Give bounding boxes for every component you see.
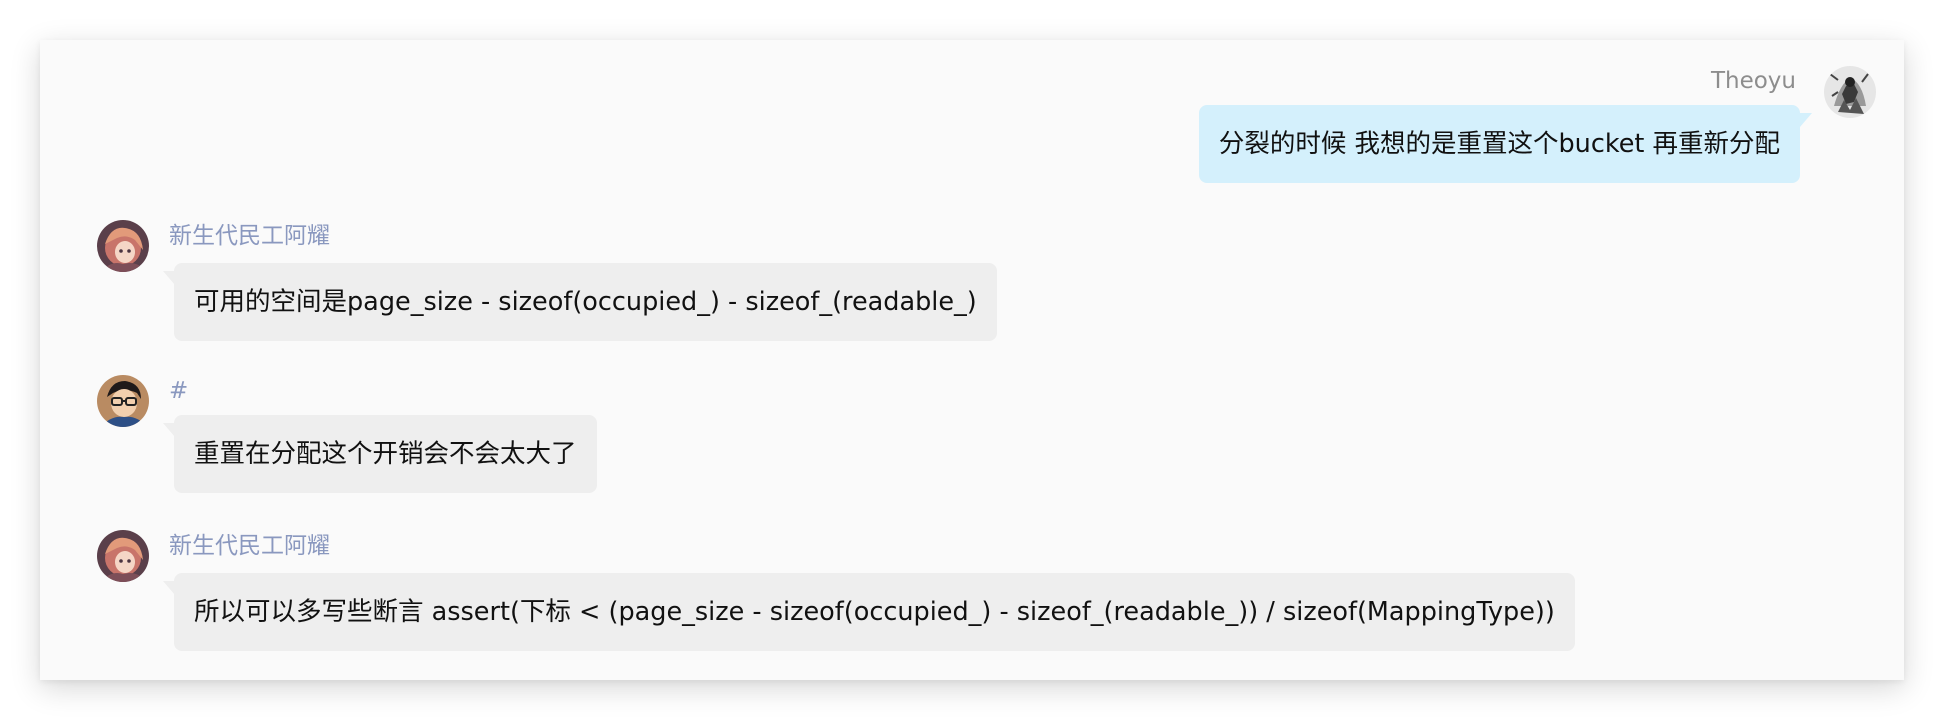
- user-avatar-anime-girl-icon[interactable]: [97, 530, 149, 582]
- bubble-tail: [163, 271, 175, 285]
- chat-transcript-panel: Theoyu 分裂的时候 我想的是重置这个bucket 再重新分配 新生代民工阿…: [40, 40, 1904, 680]
- message-bubble-incoming[interactable]: 重置在分配这个开销会不会太大了: [174, 415, 597, 493]
- sender-name: 新生代民工阿耀: [169, 223, 330, 249]
- message-bubble-incoming[interactable]: 可用的空间是page_size - sizeof(occupied_) - si…: [174, 263, 997, 341]
- message-bubble-incoming[interactable]: 所以可以多写些断言 assert(下标 < (page_size - sizeo…: [174, 573, 1575, 651]
- bubble-tail: [1800, 113, 1812, 127]
- user-avatar-glasses-boy-icon[interactable]: [97, 375, 149, 427]
- user-avatar-anime-girl-icon[interactable]: [97, 220, 149, 272]
- message-bubble-outgoing[interactable]: 分裂的时候 我想的是重置这个bucket 再重新分配: [1198, 105, 1800, 183]
- sender-name: 新生代民工阿耀: [169, 533, 330, 559]
- user-avatar-ink-sketch-icon[interactable]: [1824, 66, 1876, 118]
- bubble-tail: [163, 581, 175, 595]
- bubble-tail: [163, 423, 175, 437]
- sender-name: Theoyu: [1710, 68, 1796, 94]
- sender-name: #: [169, 378, 189, 404]
